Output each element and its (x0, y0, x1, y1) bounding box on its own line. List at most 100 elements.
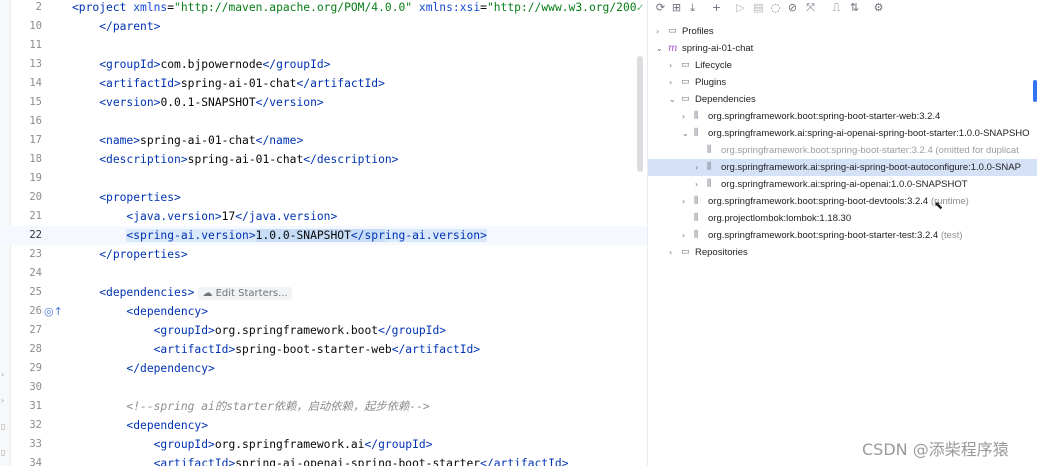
analyze-icon[interactable]: ⇅ (848, 1, 861, 14)
chevron-down-icon[interactable]: ⌄ (669, 91, 676, 108)
code-line[interactable]: 15 <version>0.0.1-SNAPSHOT</version> (0, 93, 647, 112)
code-line[interactable]: 10 </parent> (0, 17, 647, 36)
editor-scrollbar[interactable] (637, 56, 643, 172)
code-line[interactable]: 28 <artifactId>spring-boot-starter-web</… (0, 340, 647, 359)
edit-starters-hint[interactable]: ☁ Edit Starters... (198, 287, 292, 300)
tree-row[interactable]: › ⫼ org.springframework.boot:spring-boot-d… (648, 193, 1037, 210)
line-number: 13 (29, 58, 42, 70)
chevron-right-icon[interactable]: › (695, 159, 698, 176)
tree-row[interactable]: ⌄ ▭ Dependencies (648, 91, 1037, 108)
code-text: </properties> (72, 245, 187, 264)
run-icon[interactable]: ▷ (734, 1, 747, 14)
line-number: 20 (29, 191, 42, 203)
code-line[interactable]: 31 <!--spring ai的starter依赖，启动依赖，起步依赖--> (0, 397, 647, 416)
chevron-right-icon[interactable]: › (695, 176, 698, 193)
tree-row[interactable]: › ⫼ org.springframework.boot:spring-boot-s… (648, 108, 1037, 125)
tree-row[interactable]: ⌄ m spring-ai-01-chat (648, 40, 1037, 57)
add-project-icon[interactable]: ⊞ (670, 1, 683, 14)
line-number: 28 (29, 343, 42, 355)
code-text: <description>spring-ai-01-chat</descript… (72, 150, 398, 169)
code-line[interactable]: 30 (0, 378, 647, 397)
code-line[interactable]: 17 <name>spring-ai-01-chat</name> (0, 131, 647, 150)
chevron-right-icon[interactable]: › (656, 23, 659, 40)
code-token: 0.0.1-SNAPSHOT (160, 96, 256, 109)
tree-row[interactable]: › ▭ Repositories (648, 244, 1037, 261)
reload-icon[interactable]: ⟳ (654, 1, 667, 14)
code-line[interactable]: 2 <project xmlns = "http://maven.apache.org… (0, 0, 647, 17)
tree-row[interactable]: › ▭ Lifecycle (648, 57, 1037, 74)
code-token: <!--spring ai的starter依赖，启动依赖，起步依赖--> (126, 400, 430, 413)
code-line[interactable]: 33 <groupId>org.springframework.ai</grou… (0, 435, 647, 454)
gutter-override-icon[interactable]: ◎↑ (44, 306, 63, 318)
code-line[interactable]: 24 (0, 264, 647, 283)
code-line[interactable]: 27 <groupId>org.springframework.boot</gr… (0, 321, 647, 340)
tree-row[interactable]: › ⫼ org.springframework.boot:spring-boot-s… (648, 227, 1037, 244)
code-token: </groupId> (378, 324, 447, 337)
code-token: <description> (99, 153, 188, 166)
show-dependencies-icon[interactable]: ⎍ (830, 1, 843, 14)
code-line[interactable]: 34 <artifactId>spring-ai-openai-spring-b… (0, 454, 647, 466)
library-icon: ⫼ (707, 145, 712, 155)
tree-item-label: Profiles (682, 23, 714, 40)
tree-row[interactable]: ⫼ org.projectlombok:lombok:1.18.30 (648, 210, 1037, 227)
code-token: = (480, 1, 487, 14)
code-text: <artifactId>spring-ai-openai-spring-boot… (72, 454, 569, 466)
chevron-right-icon[interactable]: › (669, 74, 672, 91)
code-line[interactable]: 22 <spring-ai.version>1.0.0-SNAPSHOT</sp… (0, 226, 647, 245)
code-token: <properties> (99, 191, 181, 204)
watermark: CSDN @添柴程序猿 (862, 440, 1009, 459)
tree-item-label: spring-ai-01-chat (682, 40, 753, 57)
code-line[interactable]: 25 <dependencies> ☁ Edit Starters... (0, 283, 647, 302)
download-icon[interactable]: ⤓ (686, 1, 699, 14)
chevron-right-icon[interactable]: › (682, 227, 685, 244)
code-line[interactable]: 19 (0, 169, 647, 188)
chevron-right-icon[interactable]: › (669, 57, 672, 74)
execute-goal-icon[interactable]: ▤ (752, 1, 765, 14)
toggle-offline-icon[interactable]: ◌ (769, 1, 782, 14)
code-token: spring-ai-01-chat (140, 134, 256, 147)
code-text: <groupId>org.springframework.ai</groupId… (72, 435, 433, 454)
tree-row[interactable]: › ⫼ org.springframework.ai:spring-ai-opena… (648, 176, 1037, 193)
code-text: <project xmlns = "http://maven.apache.org/… (72, 0, 643, 17)
code-line[interactable]: 18 <description>spring-ai-01-chat</descr… (0, 150, 647, 169)
chevron-right-icon[interactable]: › (669, 244, 672, 261)
right-sidebar-indicator[interactable] (1033, 80, 1037, 102)
tree-item-text: Profiles (682, 26, 714, 37)
code-line[interactable]: 20 <properties> (0, 188, 647, 207)
code-editor[interactable]: › › ▯ ▯ 2 <project xmlns="http://maven.ap… (0, 0, 647, 466)
tree-row[interactable]: › ⫼ org.springframework.ai:spring-ai-sprin… (648, 159, 1037, 176)
dependency-scope: (test) (938, 230, 963, 241)
collapse-icon[interactable]: ⤧ (804, 1, 817, 14)
code-token: </spr (350, 229, 385, 242)
skip-tests-icon[interactable]: ⊘ (786, 1, 799, 14)
tree-row[interactable]: ⌄ ⫼ org.springframework.ai:spring-ai-opena… (648, 125, 1037, 142)
code-line[interactable]: 29 </dependency> (0, 359, 647, 378)
line-number: 14 (29, 77, 42, 89)
code-line[interactable]: 14 <artifactId>spring-ai-01-chat</artifa… (0, 74, 647, 93)
line-number: 18 (29, 153, 42, 165)
code-line[interactable]: 21 <java.version>17</java.version> (0, 207, 647, 226)
line-number: 10 (29, 20, 42, 32)
tree-row[interactable]: ⫼ org.springframework.boot:spring-boot-st… (648, 142, 1037, 159)
tree-row[interactable]: › ▭ Profiles (648, 23, 1037, 40)
chevron-down-icon[interactable]: ⌄ (682, 125, 689, 142)
library-icon: ⫼ (694, 213, 699, 223)
chevron-right-icon[interactable]: › (682, 193, 685, 210)
line-number: 16 (29, 115, 42, 127)
code-line[interactable]: 23 </properties> (0, 245, 647, 264)
tree-item-label: org.springframework.boot:spring-boot-sta… (721, 142, 1019, 159)
code-line[interactable]: 32 <dependency> (0, 416, 647, 435)
settings-icon[interactable]: ⚙ (872, 1, 885, 14)
code-line[interactable]: 11 (0, 36, 647, 55)
code-line[interactable]: 16 (0, 112, 647, 131)
plus-icon[interactable]: + (710, 1, 723, 14)
code-line[interactable]: 13 <groupId>com.bjpowernode</groupId> (0, 55, 647, 74)
tree-row[interactable]: › ▭ Plugins (648, 74, 1037, 91)
code-line[interactable]: 26 ◎↑ <dependency> (0, 302, 647, 321)
folder-icon: ▭ (681, 247, 690, 257)
chevron-down-icon[interactable]: ⌄ (656, 40, 663, 57)
chevron-right-icon[interactable]: › (682, 108, 685, 125)
code-token: </description> (303, 153, 399, 166)
